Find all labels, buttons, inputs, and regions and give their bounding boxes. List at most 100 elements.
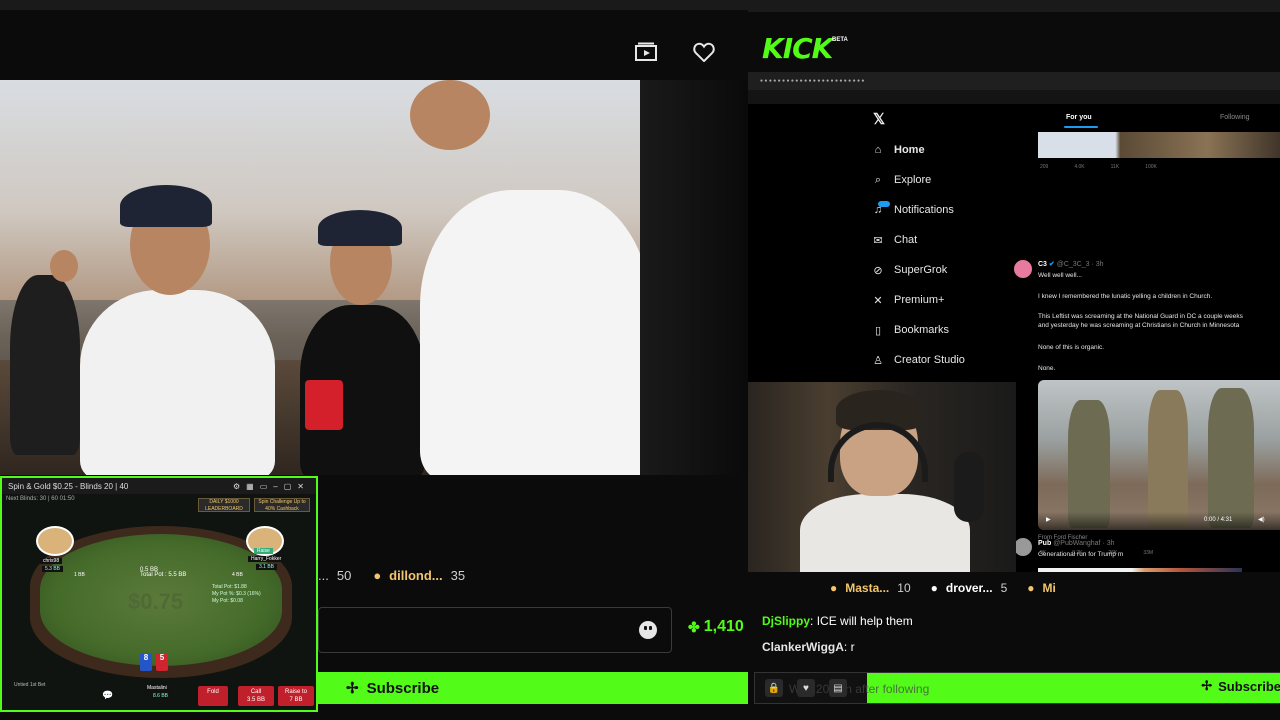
webcam-shirt	[800, 494, 970, 572]
x-nav-bookmarks[interactable]: ▯ Bookmarks	[872, 320, 949, 340]
x-nav-notifications[interactable]: ♫ Notifications	[872, 200, 954, 220]
leader-count: 50	[336, 567, 352, 583]
metric-replies[interactable]: 209	[1040, 164, 1048, 170]
leader-name[interactable]: Masta...	[845, 581, 889, 595]
video-time: 0:00 / 4:31	[1204, 517, 1233, 523]
bell-icon: ♫	[872, 201, 890, 216]
x-nav-premium[interactable]: ✕ Premium+	[872, 290, 944, 310]
avatar[interactable]	[1014, 260, 1032, 278]
subscribe-button[interactable]: ✢ Subscribe	[318, 672, 748, 704]
points-icon: ✤	[688, 618, 700, 635]
feed-tabs: For you Following	[1010, 108, 1280, 130]
chat-input[interactable]	[318, 607, 672, 653]
browser-toolbar-strip	[748, 0, 1280, 12]
lock-icon[interactable]: 🔒	[765, 679, 783, 697]
hero-card: 5	[156, 653, 168, 671]
metric-views[interactable]: 100K	[1145, 164, 1157, 170]
captured-browser-tabs: ● ● ● ● ● ● ● ● ● ● ● ● ● ● ● ● ● ● ● ● …	[748, 72, 1280, 90]
leader-name[interactable]: dillond...	[389, 568, 442, 583]
x-nav-explore[interactable]: ⌕ Explore	[872, 170, 931, 190]
leader-count: 35	[450, 567, 466, 583]
seat-left-stack: 5.3 BB	[42, 566, 64, 572]
tweet-author[interactable]: C3 ✔ @C_3C_3 · 3h	[1038, 260, 1104, 268]
metric-reposts[interactable]: 4.0K	[1074, 164, 1084, 170]
avatar[interactable]	[1014, 538, 1032, 556]
subscribe-label: Subscribe	[366, 679, 440, 697]
fold-button[interactable]: Fold	[198, 686, 228, 706]
chat-username[interactable]: DjSlippy	[762, 614, 810, 628]
chat-username[interactable]: ClankerWiggA	[762, 640, 844, 654]
metric-views[interactable]: 33M	[1143, 550, 1153, 556]
x-nav-label: Premium+	[894, 294, 945, 306]
coin-icon: ●	[373, 567, 382, 583]
x-nav-label: Explore	[894, 174, 932, 186]
seat-right-tag: Raise	[254, 548, 273, 554]
tweet-media-preview[interactable]	[1038, 568, 1242, 572]
pot-stats: Total Pot: $1.88 My Pot %: $0.3 (16%) My…	[212, 584, 261, 605]
subscribe-button[interactable]: ✢ Subscribe	[1201, 678, 1280, 694]
stream-header	[0, 10, 748, 80]
tweet-author[interactable]: Pub @PubWanghaf · 3h	[1038, 540, 1115, 547]
metric-likes[interactable]: 11K	[1111, 164, 1120, 170]
video-figure	[1208, 388, 1254, 528]
leader-name[interactable]: Mi	[1043, 581, 1056, 595]
video-cap	[318, 210, 402, 246]
tab-following[interactable]: Following	[1220, 114, 1250, 121]
red-cup	[305, 380, 343, 430]
video-dark-edge	[640, 80, 748, 475]
chat-text: ICE will help them	[816, 614, 913, 628]
star-icon: ✢	[1201, 678, 1213, 693]
video-person-head	[50, 250, 78, 282]
x-nav-chat[interactable]: ✉ Chat	[872, 230, 917, 250]
coin-icon: ●	[1027, 581, 1035, 595]
main-video-player[interactable]	[0, 80, 748, 475]
play-icon[interactable]: ▶	[1046, 516, 1051, 523]
tweet-media-preview[interactable]	[1038, 132, 1280, 158]
poker-table-window[interactable]: Spin & Gold $0.25 - Blinds 20 | 40 ⚙▦▭–▢…	[0, 476, 318, 712]
right-stream-panel: KICK BETA ● ● ● ● ● ● ● ● ● ● ● ● ● ● ● …	[748, 0, 1280, 720]
author-handle: @PubWanghaf · 3h	[1053, 540, 1115, 547]
kick-logo[interactable]: KICK	[762, 32, 833, 65]
hero-card: 8	[140, 653, 152, 671]
x-logo-icon[interactable]: 𝕏	[873, 110, 885, 128]
leader-count: 5	[1000, 581, 1008, 595]
call-button[interactable]: Call 3.5 BB	[238, 686, 274, 706]
tweet-text: and yesterday he was screaming at Christ…	[1038, 322, 1240, 329]
tweet-video[interactable]: ▶ 0:00 / 4:31 ◀)	[1038, 380, 1280, 530]
heart-icon[interactable]: ♥	[797, 679, 815, 697]
seat-right-stack: 3.1 BB	[256, 564, 278, 570]
video-controls[interactable]: ▶ 0:00 / 4:31 ◀)	[1038, 512, 1280, 530]
stream-video[interactable]: ● ● ● ● ● ● ● ● ● ● ● ● ● ● ● ● ● ● ● ● …	[748, 72, 1280, 572]
window-controls-icon[interactable]: ⚙▦▭–▢✕	[233, 482, 310, 491]
verified-icon: ✔	[1048, 261, 1055, 268]
leaderboard-banner[interactable]: DAILY $1000 LEADERBOARD	[198, 498, 250, 512]
gift-icon[interactable]: ▤	[829, 679, 847, 697]
call-label: Call	[250, 689, 262, 695]
x-feed: For you Following 209 4.0K 11K 100K C3 ✔…	[1010, 108, 1280, 572]
heart-icon[interactable]	[690, 38, 718, 66]
seat-left-avatar[interactable]	[36, 526, 74, 556]
x-nav-home[interactable]: ⌂ Home	[872, 140, 925, 160]
seat-left-name: chris98	[40, 558, 63, 564]
poker-title: Spin & Gold $0.25 - Blinds 20 | 40	[8, 481, 129, 491]
chat-bubble-icon[interactable]: 💬	[102, 690, 113, 701]
star-icon: ✢	[346, 680, 359, 697]
chat-input-bar[interactable]: ✢ Subscribe Wait 20 min after following …	[754, 672, 1280, 704]
channel-points[interactable]: ✤ 1,410	[688, 618, 744, 636]
emoji-icon[interactable]	[639, 621, 657, 639]
hero-name: Mastalini	[144, 685, 170, 691]
raise-button[interactable]: Raise to 7 BB	[278, 686, 314, 706]
stat-line: My Pot: $0.08	[212, 598, 243, 604]
tab-for-you[interactable]: For you	[1066, 114, 1092, 121]
x-nav-supergrok[interactable]: ⊘ SuperGrok	[872, 260, 947, 280]
volume-icon[interactable]: ◀)	[1258, 516, 1265, 523]
pot-amount-watermark: $0.75	[128, 589, 184, 614]
chat-text: r	[850, 640, 855, 654]
grok-icon: ⊘	[873, 264, 883, 277]
theater-mode-icon[interactable]	[632, 38, 660, 66]
poker-title-bar[interactable]: Spin & Gold $0.25 - Blinds 20 | 40 ⚙▦▭–▢…	[2, 478, 316, 494]
leader-name[interactable]: drover...	[946, 581, 993, 595]
microphone-icon	[954, 452, 984, 522]
x-nav-creator-studio[interactable]: ♙ Creator Studio	[872, 350, 965, 370]
cashback-banner[interactable]: Spin Challenge Up to 40% Cashback	[254, 498, 310, 512]
